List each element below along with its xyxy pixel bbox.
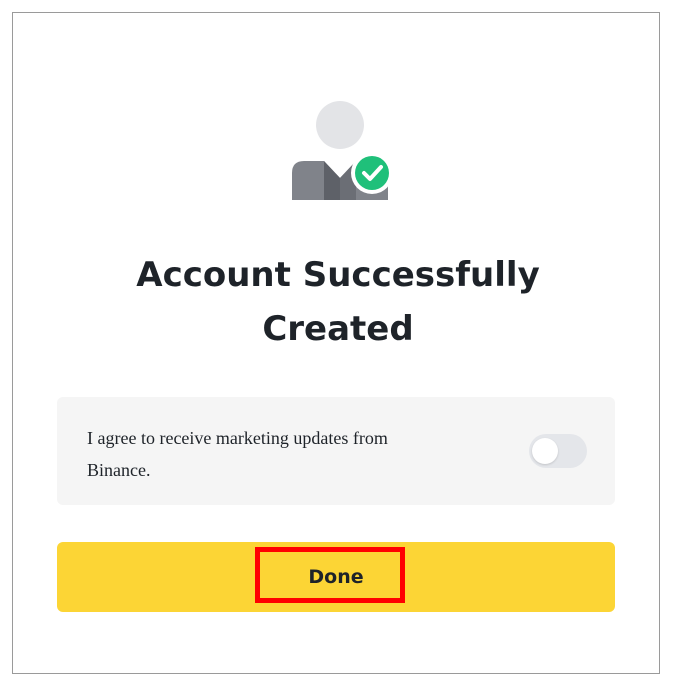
marketing-consent-panel: I agree to receive marketing updates fro… bbox=[57, 397, 615, 505]
marketing-consent-toggle[interactable] bbox=[529, 434, 587, 468]
done-button-label: Done bbox=[308, 566, 364, 588]
consent-text-line-2: Binance. bbox=[87, 460, 151, 480]
title-line-2: Created bbox=[262, 309, 414, 349]
marketing-consent-label: I agree to receive marketing updates fro… bbox=[87, 422, 507, 486]
consent-text-line-1: I agree to receive marketing updates fro… bbox=[87, 428, 388, 448]
user-check-icon bbox=[290, 100, 394, 204]
page-title: Account Successfully Created bbox=[0, 248, 676, 356]
toggle-knob bbox=[532, 438, 558, 464]
done-button[interactable]: Done bbox=[57, 542, 615, 612]
title-line-1: Account Successfully bbox=[136, 255, 540, 295]
